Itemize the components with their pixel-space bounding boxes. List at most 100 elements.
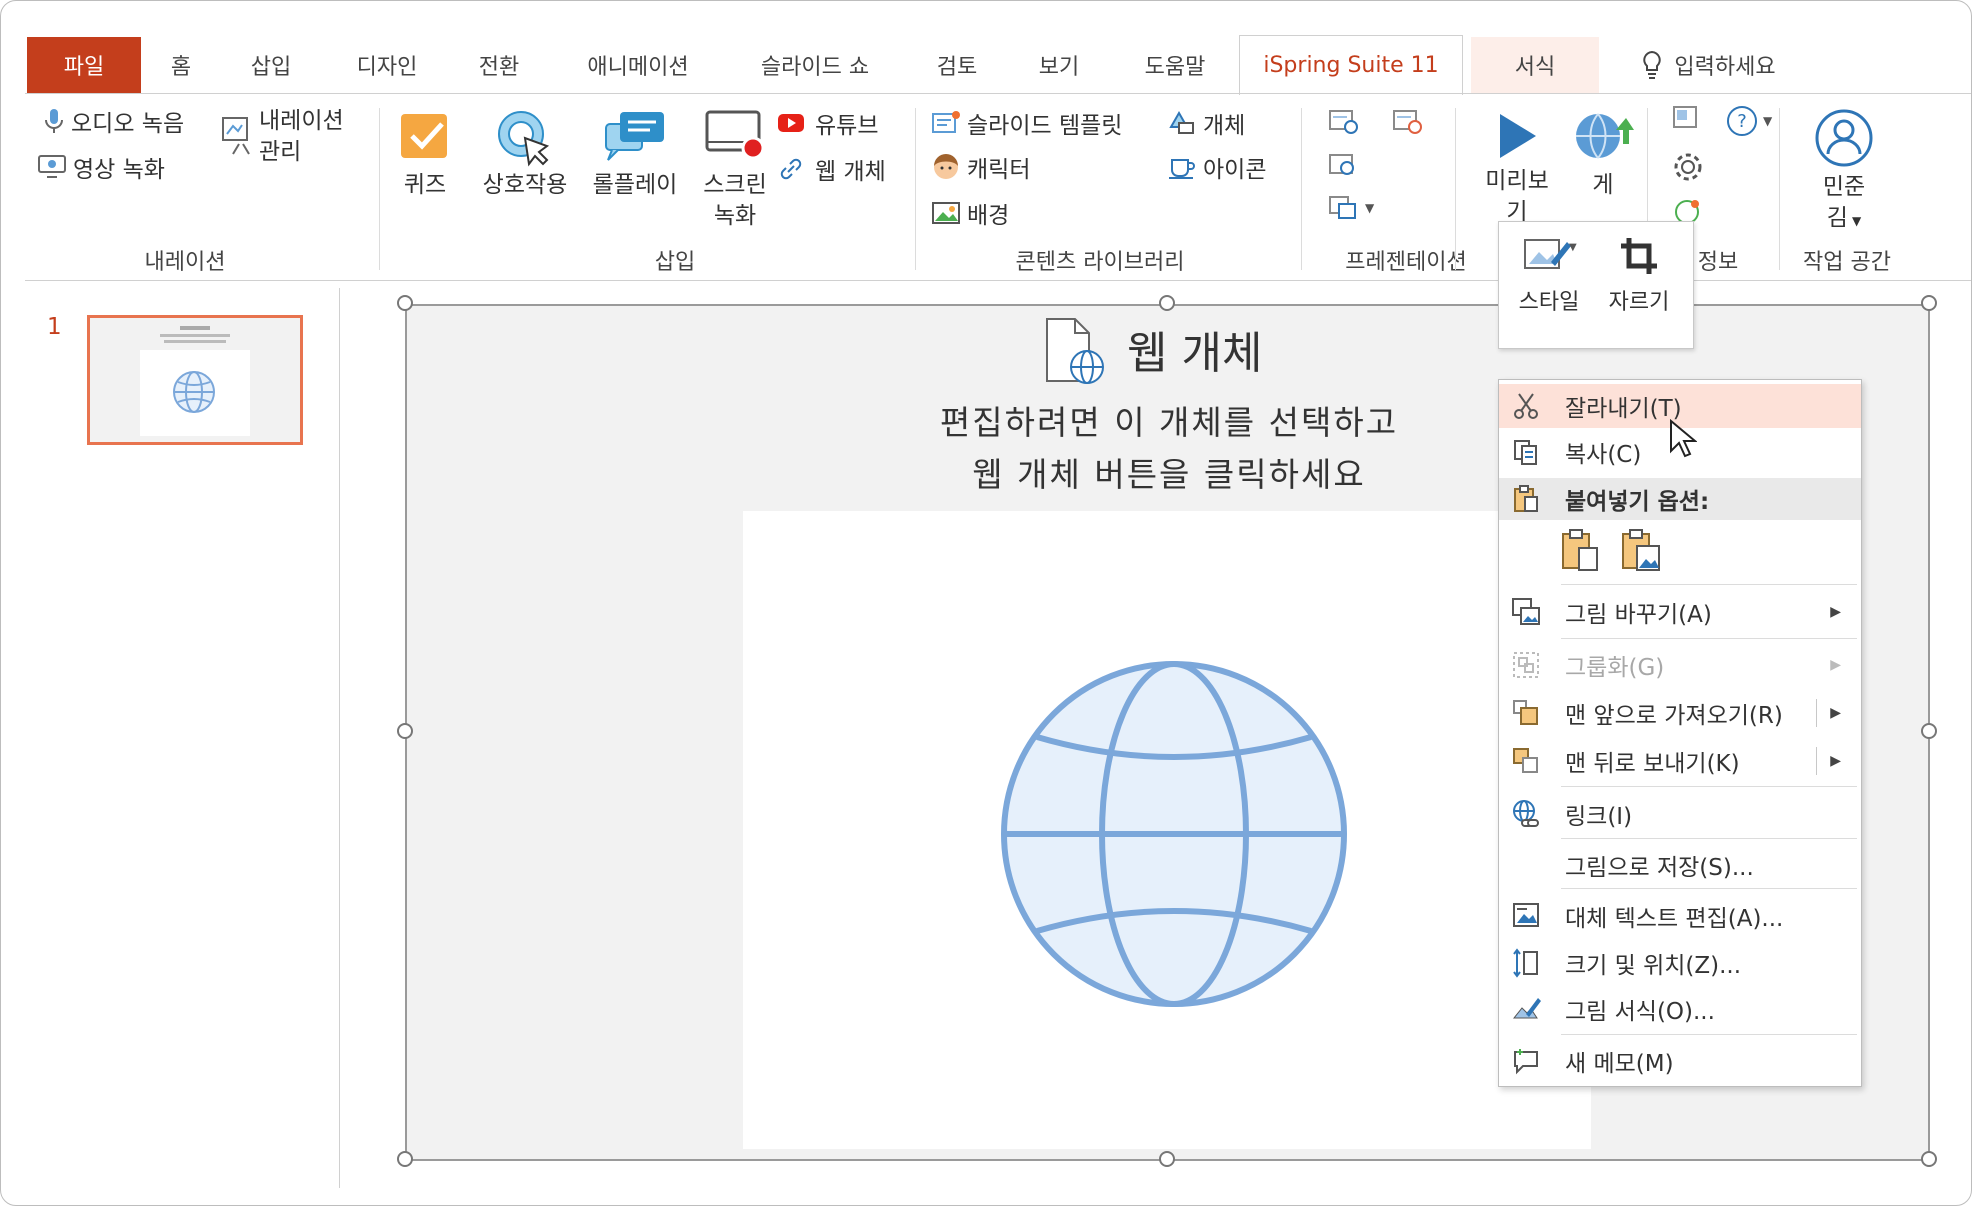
character-label: 캐릭터 xyxy=(967,157,1031,183)
alt-text-icon xyxy=(1513,903,1539,927)
crop-label: 자르기 xyxy=(1608,290,1670,315)
crop-button[interactable]: 자르기 xyxy=(1599,232,1679,316)
context-menu: 잘라내기(T) 복사(C) 붙여넣기 옵션: 그림 바꾸기(A) ▶ 그룹화(G… xyxy=(1498,379,1862,1087)
menu-item-bring-to-front-label: 맨 앞으로 가져오기(R) xyxy=(1565,703,1783,729)
webcam-icon xyxy=(38,155,66,178)
quiz-button[interactable]: 퀴즈 xyxy=(393,108,457,201)
help-icon: ? xyxy=(1727,106,1757,136)
menu-item-size-position[interactable]: 크기 및 위치(Z)... xyxy=(1499,940,1861,986)
menu-item-change-picture-label: 그림 바꾸기(A) xyxy=(1565,602,1712,628)
resize-handle-bottom-left[interactable] xyxy=(397,1151,413,1167)
submenu-arrow-icon[interactable]: ▶ xyxy=(1830,753,1841,769)
menu-item-save-as-picture[interactable]: 그림으로 저장(S)... xyxy=(1499,842,1861,888)
resize-handle-top[interactable] xyxy=(1159,295,1175,311)
tab-file[interactable]: 파일 xyxy=(27,37,141,93)
svg-text:▼: ▼ xyxy=(1569,242,1577,253)
roleplay-label: 롤플레이 xyxy=(592,172,678,198)
menu-item-edit-alt-text[interactable]: 대체 텍스트 편집(A)... xyxy=(1499,892,1861,940)
narration-manage-label-1: 내레이션 xyxy=(259,108,344,134)
group-icon xyxy=(1513,652,1539,678)
user-name-label-1: 민준 xyxy=(1822,174,1866,200)
submenu-arrow-icon[interactable]: ▶ xyxy=(1830,705,1841,721)
interaction-button[interactable]: 상호작용 xyxy=(473,108,577,201)
tab-format[interactable]: 서식 xyxy=(1471,37,1599,93)
tab-design[interactable]: 디자인 xyxy=(337,37,437,93)
help-button[interactable]: ? ▼ xyxy=(1725,104,1772,138)
youtube-button[interactable]: 유튜브 xyxy=(777,106,878,140)
character-icon xyxy=(934,154,958,179)
submenu-arrow-icon: ▶ xyxy=(1830,657,1841,673)
resize-handle-left[interactable] xyxy=(397,723,413,739)
interaction-label: 상호작용 xyxy=(482,172,568,198)
object-button[interactable]: 개체 xyxy=(1167,106,1245,140)
video-record-label: 영상 녹화 xyxy=(73,157,165,183)
change-picture-icon xyxy=(1512,598,1540,625)
tab-animations[interactable]: 애니메이션 xyxy=(563,37,713,93)
menu-item-change-picture[interactable]: 그림 바꾸기(A) ▶ xyxy=(1499,588,1861,636)
tab-transitions[interactable]: 전환 xyxy=(461,37,537,93)
slide-template-button[interactable]: 슬라이드 템플릿 xyxy=(931,106,1122,140)
screen-record-button[interactable]: 스크린 녹화 xyxy=(693,108,777,232)
tell-me-search[interactable]: 입력하세요 xyxy=(1623,37,1793,93)
translate-button[interactable]: ▼ xyxy=(1327,194,1374,222)
paste-icon xyxy=(1562,529,1598,571)
shapes-icon xyxy=(1169,110,1194,134)
menu-item-new-comment[interactable]: 새 메모(M) xyxy=(1499,1038,1861,1084)
youtube-icon xyxy=(778,114,804,132)
resize-handle-top-left[interactable] xyxy=(397,295,413,311)
tab-view[interactable]: 보기 xyxy=(1021,37,1097,93)
style-button[interactable]: ▼ 스타일 xyxy=(1509,232,1589,316)
video-record-button[interactable]: 영상 녹화 xyxy=(37,150,165,184)
roleplay-button[interactable]: 롤플레이 xyxy=(585,108,685,201)
globe-link-icon xyxy=(1513,800,1539,827)
tab-slideshow[interactable]: 슬라이드 쇼 xyxy=(737,37,893,93)
presentation-settings-button[interactable] xyxy=(1327,108,1361,136)
publish-button[interactable]: 게 xyxy=(1565,108,1641,201)
resize-handle-bottom[interactable] xyxy=(1159,1151,1175,1167)
powerpoint-window: 파일 홈 삽입 디자인 전환 애니메이션 슬라이드 쇼 검토 보기 도움말 iS… xyxy=(0,0,1972,1206)
paste-keep-formatting-button[interactable] xyxy=(1559,528,1603,578)
info-button[interactable] xyxy=(1671,104,1705,134)
tab-insert[interactable]: 삽입 xyxy=(233,37,309,93)
resize-handle-right[interactable] xyxy=(1921,723,1937,739)
resize-handle-bottom-right[interactable] xyxy=(1921,1151,1937,1167)
group-label-workspace: 작업 공간 xyxy=(1803,250,1891,275)
menu-item-format-picture[interactable]: 그림 서식(O)... xyxy=(1499,986,1861,1032)
presentation-resources-button[interactable] xyxy=(1327,152,1361,180)
menu-separator xyxy=(1561,1034,1857,1035)
background-button[interactable]: 배경 xyxy=(931,196,1009,230)
menu-separator xyxy=(1561,786,1857,787)
character-button[interactable]: 캐릭터 xyxy=(931,150,1030,184)
quiz-label: 퀴즈 xyxy=(403,172,447,198)
web-object-button[interactable]: 웹 개체 xyxy=(777,152,886,186)
menu-item-cut-label: 잘라내기(T) xyxy=(1565,396,1682,422)
group-separator xyxy=(1779,108,1780,270)
globe-icon xyxy=(1001,661,1347,1007)
slide-thumbnail[interactable] xyxy=(87,315,303,445)
group-separator xyxy=(1455,108,1456,270)
menu-item-bring-to-front[interactable]: 맨 앞으로 가져오기(R) ▶ xyxy=(1499,690,1861,736)
user-account-button[interactable]: 민준 김 ▼ xyxy=(1795,108,1893,237)
paste-as-picture-button[interactable] xyxy=(1619,528,1663,578)
cup-icon xyxy=(1169,159,1195,179)
bring-to-front-icon xyxy=(1513,700,1538,725)
slide-template-label: 슬라이드 템플릿 xyxy=(967,113,1123,139)
menu-item-group-label: 그룹화(G) xyxy=(1565,655,1665,681)
menu-item-send-to-back[interactable]: 맨 뒤로 보내기(K) ▶ xyxy=(1499,738,1861,784)
tab-home[interactable]: 홈 xyxy=(151,37,211,93)
send-to-back-icon xyxy=(1513,748,1538,773)
tab-ispring-suite[interactable]: iSpring Suite 11 xyxy=(1239,35,1463,95)
clipboard-icon xyxy=(1514,485,1538,512)
preview-button[interactable]: 미리보 기 xyxy=(1471,108,1563,228)
preview-label-1: 미리보 xyxy=(1485,168,1549,194)
settings-button[interactable] xyxy=(1671,150,1705,184)
tab-help[interactable]: 도움말 xyxy=(1125,37,1225,93)
narration-manage-button[interactable]: 내레이션 관리 xyxy=(221,106,344,168)
resize-handle-top-right[interactable] xyxy=(1921,295,1937,311)
tab-review[interactable]: 검토 xyxy=(919,37,995,93)
presenter-info-icon xyxy=(1673,106,1697,128)
icon-library-button[interactable]: 아이콘 xyxy=(1167,150,1266,184)
audio-record-button[interactable]: 오디오 녹음 xyxy=(43,104,184,138)
player-settings-button[interactable] xyxy=(1391,108,1425,136)
menu-item-link[interactable]: 링크(I) xyxy=(1499,790,1861,838)
